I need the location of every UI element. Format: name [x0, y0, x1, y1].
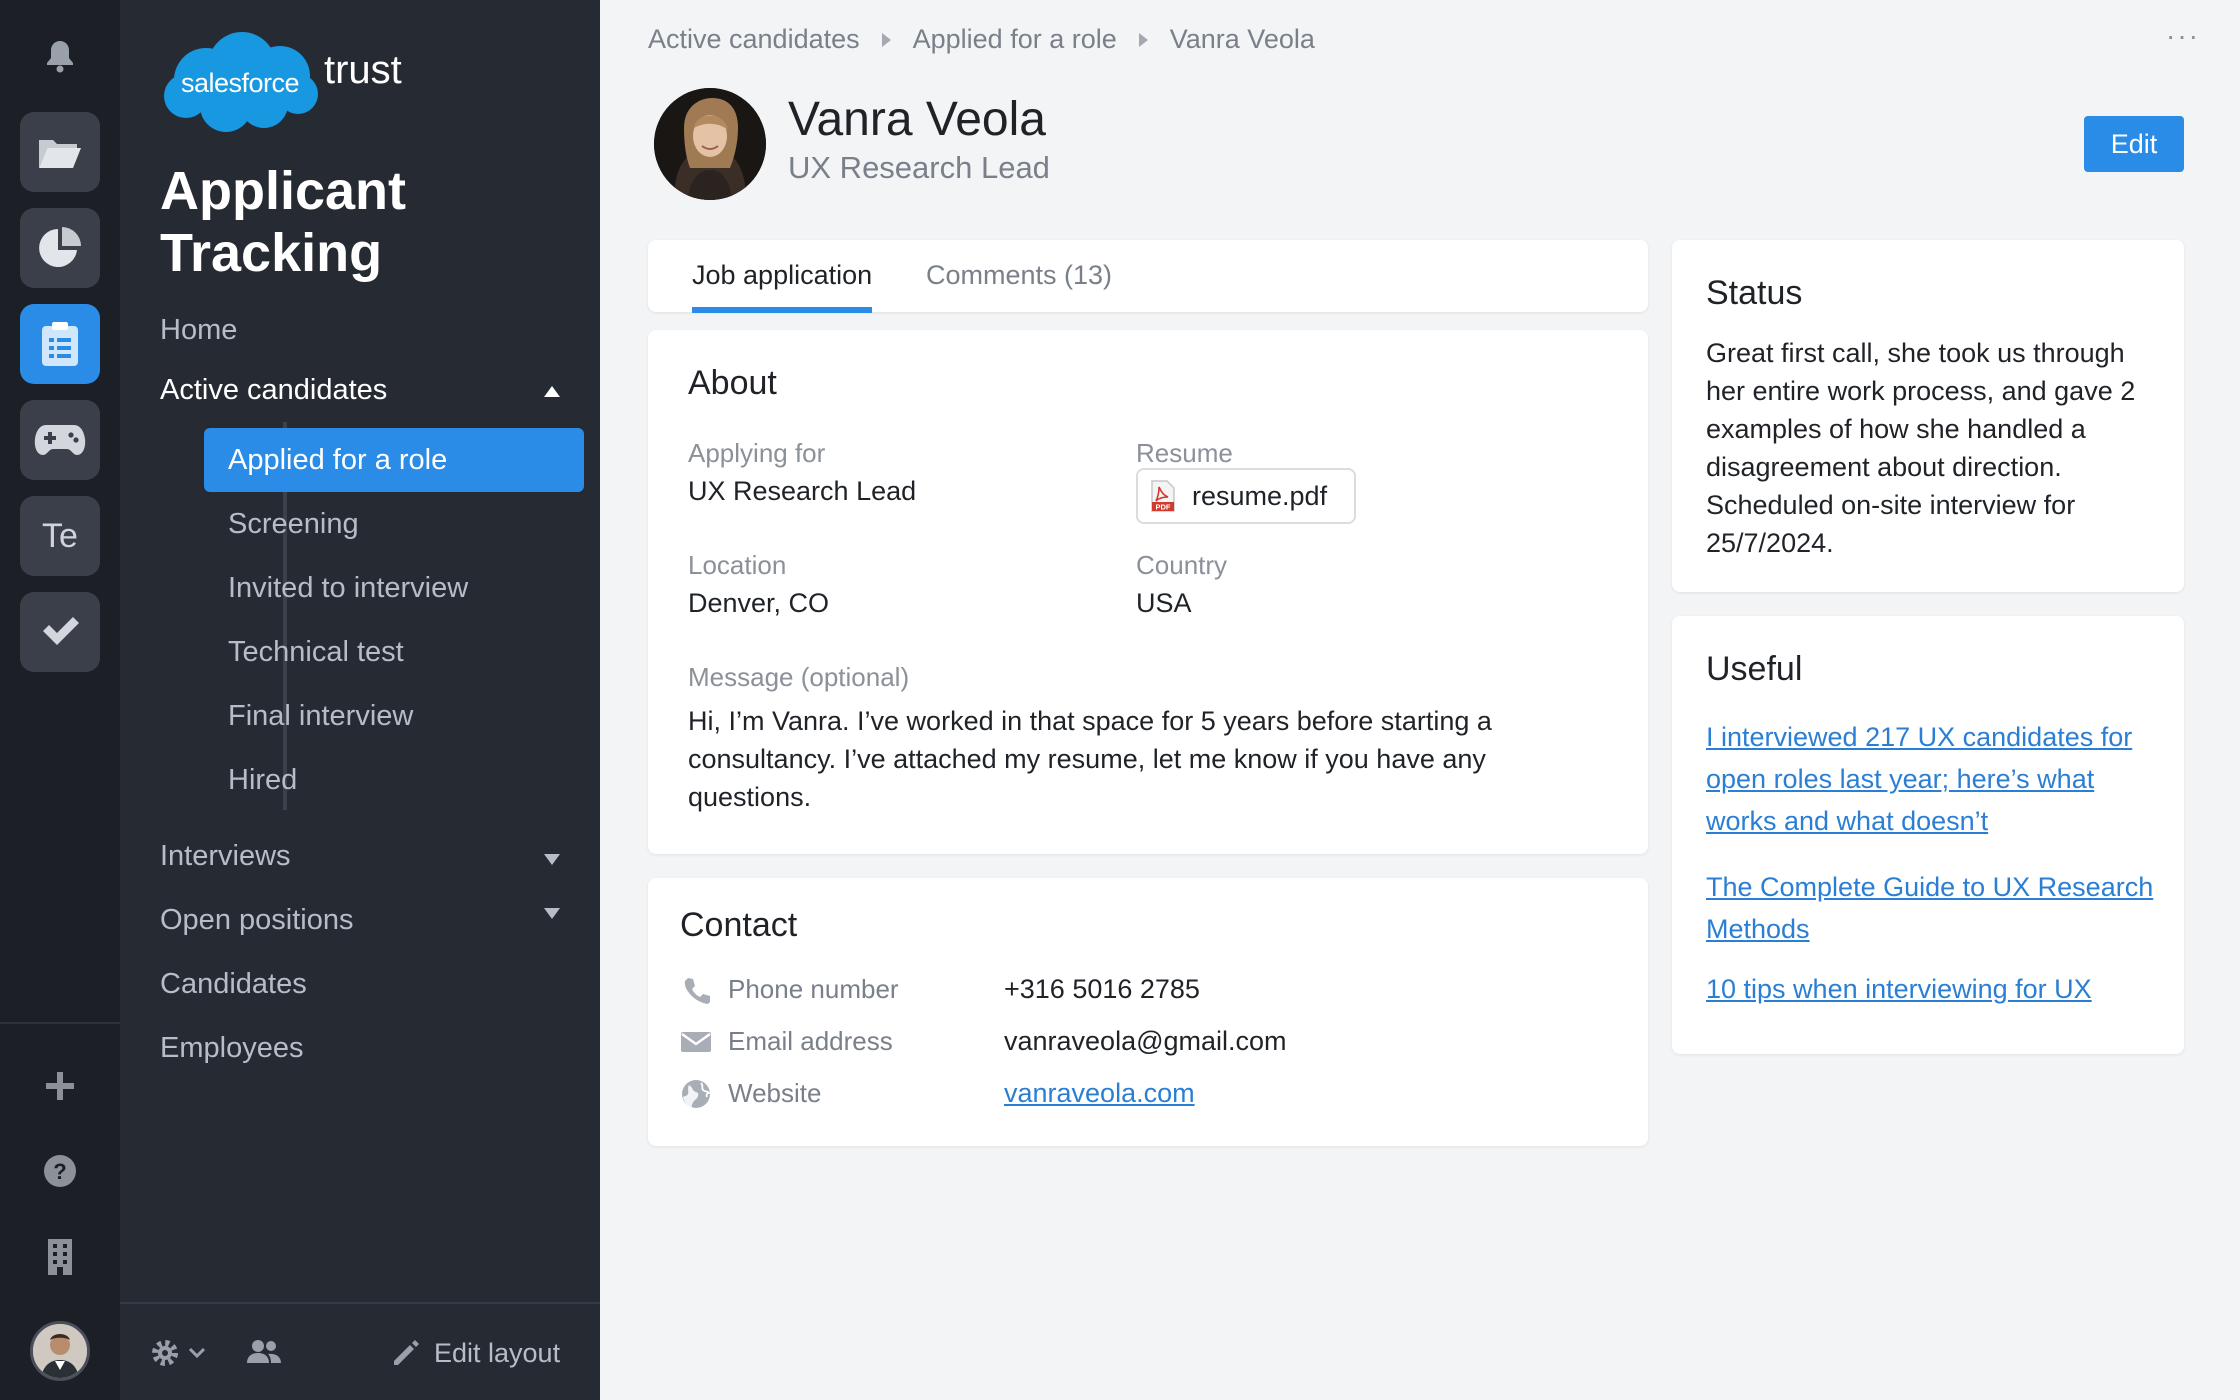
status-title: Status [1706, 274, 1803, 312]
nav-employees[interactable]: Employees [160, 1032, 303, 1065]
message-value: Hi, I’m Vanra. I’ve worked in that space… [688, 706, 1492, 812]
edit-layout-label: Edit layout [434, 1338, 561, 1368]
settings-menu[interactable] [150, 1338, 206, 1368]
nav-candidates[interactable]: Candidates [160, 968, 307, 1001]
country-label: Country [1136, 550, 1228, 580]
clipboard-icon[interactable] [20, 304, 100, 384]
useful-card: Useful I interviewed 217 UX candidates f… [1672, 616, 2184, 1054]
mail-icon [680, 1026, 712, 1058]
icon-rail: Te ? [0, 0, 120, 1400]
globe-icon [680, 1078, 712, 1110]
pie-chart-icon[interactable] [20, 208, 100, 288]
checkmark-icon[interactable] [20, 592, 100, 672]
phone-value: +316 5016 2785 [1004, 974, 1200, 1004]
nav-footer: Edit layout [120, 1302, 600, 1400]
more-options-button[interactable]: ··· [2166, 20, 2200, 52]
useful-link-3[interactable]: 10 tips when interviewing for UX [1706, 968, 2166, 1010]
sub-item-screening[interactable]: Screening [204, 492, 584, 556]
chevron-down-icon [544, 908, 560, 919]
tab-comments[interactable]: Comments (13) [926, 260, 1112, 307]
candidate-avatar [654, 88, 766, 200]
email-value[interactable]: vanraveola@gmail.com [1004, 1026, 1287, 1057]
gamepad-icon[interactable] [20, 400, 100, 480]
status-card: Status Great first call, she took us thr… [1672, 240, 2184, 592]
about-title: About [688, 364, 777, 402]
breadcrumb-separator-icon [881, 32, 891, 47]
candidate-name: Vanra Veola [788, 93, 1046, 146]
breadcrumb: Active candidates Applied for a role Van… [648, 24, 1315, 55]
phone-icon [680, 974, 712, 1006]
website-label: Website [728, 1078, 822, 1108]
about-card: About Applying for UX Research Lead Resu… [648, 330, 1648, 854]
nav-open-positions[interactable]: Open positions [160, 904, 560, 937]
country-value: USA [1136, 588, 1192, 618]
resume-label: Resume [1136, 438, 1233, 468]
chevron-down-icon [188, 1347, 206, 1359]
sub-item-invited[interactable]: Invited to interview [204, 556, 584, 620]
breadcrumb-active-candidates[interactable]: Active candidates [648, 24, 860, 55]
message-label: Message (optional) [688, 662, 910, 692]
location-label: Location [688, 550, 787, 580]
svg-text:?: ? [53, 1159, 66, 1184]
bell-icon[interactable] [30, 26, 90, 86]
location-value: Denver, CO [688, 588, 830, 618]
sub-item-technical-test[interactable]: Technical test [204, 620, 584, 684]
caret-up-icon [544, 386, 560, 397]
edit-layout-button[interactable]: Edit layout [390, 1338, 560, 1369]
contact-card: Contact Phone number +316 5016 2785 Emai… [648, 878, 1648, 1146]
help-icon[interactable]: ? [30, 1141, 90, 1201]
applying-for-label: Applying for [688, 438, 826, 468]
pencil-icon [394, 1339, 419, 1365]
email-label: Email address [728, 1026, 893, 1056]
breadcrumb-separator-icon [1138, 32, 1148, 47]
te-app-button[interactable]: Te [20, 496, 100, 576]
brand-suffix: trust [324, 47, 402, 92]
edit-button[interactable]: Edit [2084, 116, 2184, 172]
sub-item-hired[interactable]: Hired [204, 748, 584, 812]
salesforce-trust-logo: salesforce trust [160, 26, 402, 136]
nav-active-candidates[interactable]: Active candidates [160, 374, 560, 407]
website-link[interactable]: vanraveola.com [1004, 1078, 1195, 1109]
nav-sidebar: salesforce trust Applicant Tracking Home… [120, 0, 600, 1400]
phone-label: Phone number [728, 974, 899, 1004]
resume-filename: resume.pdf [1192, 480, 1328, 511]
nav-interviews-label: Interviews [160, 840, 291, 872]
tab-job-application[interactable]: Job application [692, 260, 873, 313]
app-title: Applicant Tracking [160, 161, 407, 283]
nav-open-positions-label: Open positions [160, 904, 354, 936]
folder-icon[interactable] [20, 112, 100, 192]
useful-link-1[interactable]: I interviewed 217 UX candidates for open… [1706, 716, 2166, 842]
people-icon[interactable] [246, 1338, 282, 1364]
resume-file-button[interactable]: PDF resume.pdf [1136, 468, 1356, 524]
breadcrumb-current: Vanra Veola [1169, 24, 1315, 54]
status-text: Great first call, she took us through he… [1706, 338, 2136, 558]
chevron-down-icon [544, 854, 560, 865]
nav-home[interactable]: Home [160, 314, 237, 347]
sub-item-final-interview[interactable]: Final interview [204, 684, 584, 748]
pdf-file-icon: PDF [1151, 480, 1175, 512]
gear-icon [152, 1340, 178, 1366]
useful-title: Useful [1706, 650, 1803, 688]
contact-title: Contact [680, 906, 798, 944]
sub-item-applied[interactable]: Applied for a role [204, 428, 584, 492]
useful-link-2[interactable]: The Complete Guide to UX Research Method… [1706, 866, 2166, 950]
pdf-tag-label: PDF [1156, 503, 1171, 512]
user-avatar[interactable] [30, 1321, 90, 1381]
breadcrumb-applied[interactable]: Applied for a role [913, 24, 1117, 55]
main-content: Active candidates Applied for a role Van… [600, 0, 2240, 1400]
tab-bar: Job application Comments (13) [648, 240, 1648, 313]
building-icon[interactable] [30, 1226, 90, 1286]
plus-icon[interactable] [30, 1056, 90, 1116]
nav-active-candidates-label: Active candidates [160, 374, 388, 406]
rail-divider [0, 1022, 120, 1024]
brand-logo-text: salesforce [180, 68, 300, 98]
applying-for-value: UX Research Lead [688, 476, 917, 506]
candidate-role: UX Research Lead [788, 150, 1050, 185]
nav-interviews[interactable]: Interviews [160, 840, 560, 873]
te-app-label: Te [42, 516, 78, 555]
